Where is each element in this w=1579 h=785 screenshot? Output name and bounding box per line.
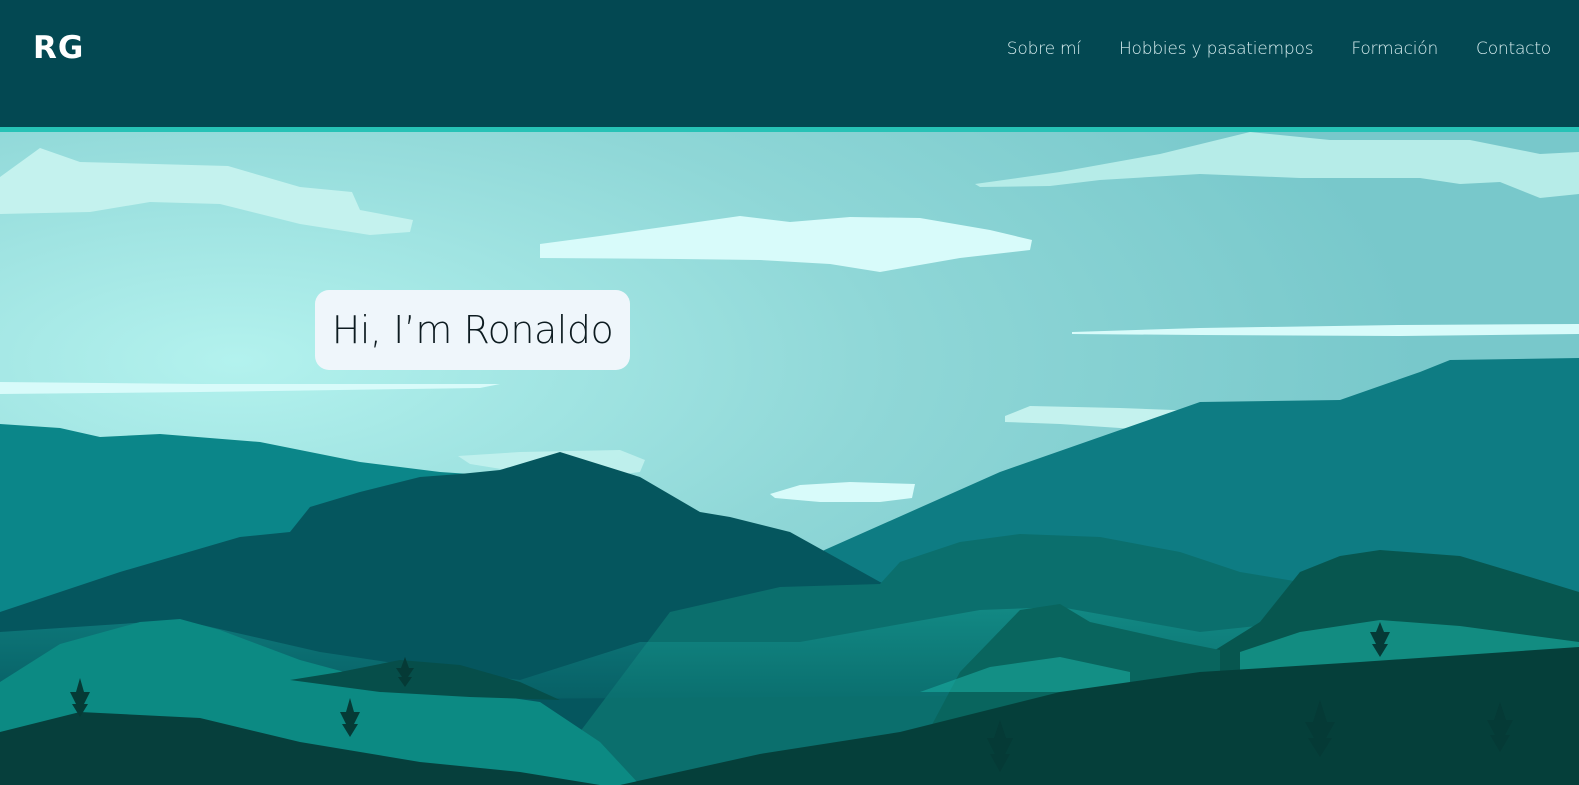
navbar: RG Sobre mí Hobbies y pasatiempos Formac… (0, 0, 1579, 127)
hero-greeting: Hi, I’m Ronaldo (315, 290, 630, 370)
nav-menu: Sobre mí Hobbies y pasatiempos Formación… (1007, 36, 1551, 62)
nav-link-hobbies[interactable]: Hobbies y pasatiempos (1119, 39, 1314, 59)
nav-item-hobbies: Hobbies y pasatiempos (1119, 36, 1314, 62)
brand-logo[interactable]: RG (33, 28, 84, 68)
mountain-landscape-illustration (0, 132, 1579, 785)
nav-item-contacto: Contacto (1476, 36, 1551, 62)
nav-link-sobre-mi[interactable]: Sobre mí (1007, 39, 1081, 59)
nav-item-sobre-mi: Sobre mí (1007, 36, 1081, 62)
nav-link-formacion[interactable]: Formación (1351, 39, 1438, 59)
hero-section: Hi, I’m Ronaldo (0, 132, 1579, 785)
nav-link-contacto[interactable]: Contacto (1476, 39, 1551, 59)
nav-item-formacion: Formación (1351, 36, 1438, 62)
